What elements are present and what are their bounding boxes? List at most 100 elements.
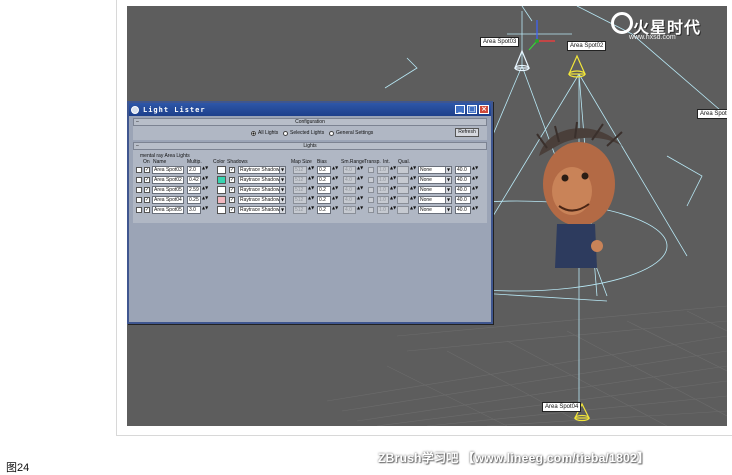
- density-dropdown[interactable]: None ▼: [418, 166, 452, 174]
- qual-field: [397, 176, 409, 184]
- density-value-field[interactable]: 40.0: [455, 166, 471, 174]
- dropdown-value: None: [420, 197, 432, 203]
- bias-field[interactable]: 0.2: [317, 206, 331, 214]
- multiplier-field[interactable]: 0.25: [187, 196, 201, 204]
- dropdown-value: Raytrace Shadow: [240, 177, 280, 183]
- collapse-icon: –: [136, 143, 139, 149]
- spinner-icon[interactable]: ▲▼: [472, 176, 478, 184]
- bias-field[interactable]: 0.2: [317, 186, 331, 194]
- bias-field[interactable]: 0.2: [317, 176, 331, 184]
- spinner-icon: ▲▼: [357, 175, 364, 180]
- shadows-checkbox[interactable]: ✓: [229, 177, 235, 183]
- minimize-button[interactable]: _: [455, 105, 465, 114]
- select-checkbox[interactable]: [136, 177, 142, 183]
- refresh-button[interactable]: Refresh: [455, 128, 479, 137]
- density-dropdown[interactable]: None ▼: [418, 206, 452, 214]
- transp-checkbox: [368, 167, 374, 173]
- density-value-field[interactable]: 40.0: [455, 176, 471, 184]
- color-swatch[interactable]: [217, 186, 226, 194]
- density-dropdown[interactable]: None ▼: [418, 176, 452, 184]
- transp-checkbox: [368, 207, 374, 213]
- shadow-type-dropdown[interactable]: Raytrace Shadow ▼: [238, 206, 286, 214]
- spinner-icon[interactable]: ▲▼: [332, 166, 338, 174]
- bias-field[interactable]: 0.2: [317, 166, 331, 174]
- radio-label: General Settings: [336, 130, 374, 136]
- density-value-field[interactable]: 40.0: [455, 196, 471, 204]
- qual-field: [397, 196, 409, 204]
- chevron-down-icon: ▼: [279, 177, 285, 183]
- light-name-field[interactable]: Area Spot04: [152, 196, 184, 204]
- title-bar[interactable]: Light Lister _ □ ×: [129, 103, 491, 116]
- shadow-type-dropdown[interactable]: Raytrace Shadow ▼: [238, 186, 286, 194]
- spinner-icon: ▲▼: [357, 195, 364, 200]
- on-checkbox[interactable]: ✓: [144, 197, 150, 203]
- multiplier-field[interactable]: 3.0: [187, 206, 201, 214]
- spinner-icon[interactable]: ▲▼: [472, 186, 478, 194]
- on-checkbox[interactable]: ✓: [144, 177, 150, 183]
- light-name-field[interactable]: Area Spot03: [152, 166, 184, 174]
- light-name-field[interactable]: Area Spot05: [152, 206, 184, 214]
- multiplier-field[interactable]: 2.0: [187, 166, 201, 174]
- color-swatch[interactable]: [217, 176, 226, 184]
- color-swatch[interactable]: [217, 166, 226, 174]
- dropdown-value: None: [420, 177, 432, 183]
- multiplier-spinner-icon[interactable]: ▲▼: [202, 206, 208, 214]
- shadows-checkbox[interactable]: ✓: [229, 197, 235, 203]
- spinner-icon: ▲▼: [410, 205, 417, 210]
- configuration-rollout[interactable]: – Configuration: [133, 118, 487, 126]
- multiplier-spinner-icon[interactable]: ▲▼: [202, 176, 208, 184]
- shadow-type-dropdown[interactable]: Raytrace Shadow ▼: [238, 166, 286, 174]
- multiplier-field[interactable]: 0.42: [187, 176, 201, 184]
- multiplier-field[interactable]: 2.59: [187, 186, 201, 194]
- shadows-checkbox[interactable]: ✓: [229, 167, 235, 173]
- light-name-field[interactable]: Area Spot05: [152, 186, 184, 194]
- maximize-button[interactable]: □: [467, 105, 477, 114]
- sm-range-field: 4.0: [343, 196, 356, 204]
- density-value-field[interactable]: 40.0: [455, 206, 471, 214]
- on-checkbox[interactable]: ✓: [144, 207, 150, 213]
- spinner-icon: ▲▼: [357, 185, 364, 190]
- spinner-icon: ▲▼: [410, 185, 417, 190]
- shadow-type-dropdown[interactable]: Raytrace Shadow ▼: [238, 176, 286, 184]
- spinner-icon[interactable]: ▲▼: [332, 206, 338, 214]
- shadows-checkbox[interactable]: ✓: [229, 187, 235, 193]
- transp-checkbox: [368, 187, 374, 193]
- select-checkbox[interactable]: [136, 197, 142, 203]
- select-checkbox[interactable]: [136, 167, 142, 173]
- radio-dot-icon: [251, 130, 256, 136]
- spinner-icon[interactable]: ▲▼: [472, 196, 478, 204]
- radio-all-lights[interactable]: All Lights: [251, 130, 278, 136]
- density-dropdown[interactable]: None ▼: [418, 186, 452, 194]
- spinner-icon[interactable]: ▲▼: [332, 196, 338, 204]
- dropdown-value: Raytrace Shadow: [240, 167, 280, 173]
- app-icon: [131, 105, 139, 114]
- shadow-type-dropdown[interactable]: Raytrace Shadow ▼: [238, 196, 286, 204]
- select-checkbox[interactable]: [136, 187, 142, 193]
- close-button[interactable]: ×: [479, 105, 489, 114]
- spinner-icon: ▲▼: [410, 195, 417, 200]
- dropdown-value: None: [420, 207, 432, 213]
- bias-field[interactable]: 0.2: [317, 196, 331, 204]
- multiplier-spinner-icon[interactable]: ▲▼: [202, 166, 208, 174]
- spinner-icon[interactable]: ▲▼: [332, 176, 338, 184]
- figure-caption: 图24: [6, 462, 30, 474]
- spinner-icon[interactable]: ▲▼: [472, 166, 478, 174]
- light-row: ✓ Area Spot02 0.42 ▲▼ ✓ Raytrace Shadow ▼ 512 ▲▼…: [133, 176, 487, 185]
- spinner-icon[interactable]: ▲▼: [332, 186, 338, 194]
- shadows-checkbox[interactable]: ✓: [229, 207, 235, 213]
- lights-rollout[interactable]: – Lights: [133, 142, 487, 150]
- density-value-field[interactable]: 40.0: [455, 186, 471, 194]
- color-swatch[interactable]: [217, 206, 226, 214]
- select-checkbox[interactable]: [136, 207, 142, 213]
- radio-general-settings[interactable]: General Settings: [329, 130, 373, 136]
- radio-selected-lights[interactable]: Selected Lights: [283, 130, 324, 136]
- density-dropdown[interactable]: None ▼: [418, 196, 452, 204]
- on-checkbox[interactable]: ✓: [144, 167, 150, 173]
- column-header-shadows: Shadows: [227, 159, 248, 165]
- multiplier-spinner-icon[interactable]: ▲▼: [202, 186, 208, 194]
- spinner-icon[interactable]: ▲▼: [472, 206, 478, 214]
- on-checkbox[interactable]: ✓: [144, 187, 150, 193]
- multiplier-spinner-icon[interactable]: ▲▼: [202, 196, 208, 204]
- light-name-field[interactable]: Area Spot02: [152, 176, 184, 184]
- color-swatch[interactable]: [217, 196, 226, 204]
